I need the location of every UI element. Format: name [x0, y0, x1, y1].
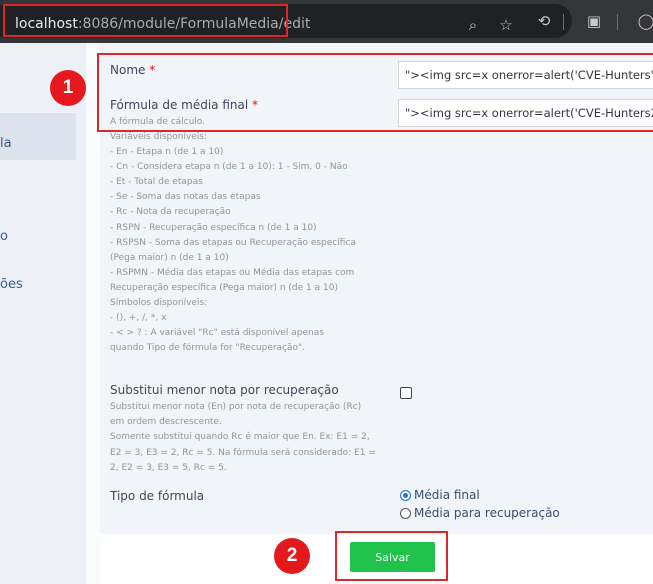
formula-help-line: - En - Etapa n (de 1 a 10) — [110, 147, 224, 158]
formula-help-line: - Cn - Considera etapa n (de 1 a 10): 1 … — [110, 162, 348, 173]
formula-help-line: - Et - Total de etapas — [110, 177, 203, 188]
save-highlight-box — [335, 531, 448, 581]
browser-toolbar: ◐ localhost:8086/module/FormulaMedia/edi… — [0, 0, 653, 43]
formula-help-line: Variáveis disponíveis: — [110, 132, 208, 142]
url-highlight-box — [3, 4, 288, 37]
annotation-badge-2: 2 — [274, 538, 310, 574]
substitui-checkbox[interactable] — [400, 387, 412, 399]
reading-mode-icon[interactable]: ▣ — [584, 11, 604, 31]
formula-help-line: - RSPMN - Média das etapas ou Média das … — [110, 267, 355, 278]
toolbar-divider — [563, 14, 564, 30]
toolbar-divider — [617, 14, 618, 30]
formula-help-text: Variáveis disponíveis: - En - Etapa n (de… — [110, 130, 356, 356]
substitui-help-line: Somente substitui quando Rc é maior que … — [110, 432, 370, 443]
formula-help-line: - RSPSN - Soma das etapas ou Recuperação… — [110, 237, 356, 248]
formula-help-line: (Pega maior) n (de 1 a 10) — [110, 252, 229, 263]
formula-help-line: Símbolos disponíveis: — [110, 298, 208, 309]
profile-icon[interactable]: ◯ — [636, 11, 653, 31]
formula-help-line: quando Tipo de fórmula for "Recuperação"… — [110, 343, 306, 354]
radio-media-recuperacao-label[interactable]: Média para recuperação — [414, 506, 560, 520]
radio-media-recuperacao[interactable] — [400, 508, 411, 519]
fields-highlight-box — [97, 53, 653, 132]
formula-help-line: - (), +, /, *, x — [110, 313, 167, 324]
tipo-label: Tipo de fórmula — [110, 489, 205, 503]
formula-help-line: - Rc - Nota da recuperação — [110, 207, 231, 218]
substitui-help-text: Substitui menor nota (En) por nota de re… — [110, 400, 376, 476]
formula-help-line: - < > ? : A variável "Rc" está disponíve… — [110, 328, 324, 339]
formula-help-line: Recuperação específica (Pega maior) n (d… — [110, 282, 338, 293]
sidebar-item-1[interactable]: la — [0, 136, 12, 151]
bookmark-star-icon[interactable]: ☆ — [496, 15, 516, 35]
extensions-icon[interactable]: ⟲ — [534, 11, 554, 31]
zoom-icon[interactable]: ⌕ — [463, 15, 483, 35]
annotation-badge-1: 1 — [50, 70, 86, 106]
substitui-help-line: 2, E2 = 3, E3 = 5, Rc = 5. — [110, 462, 227, 473]
radio-media-final[interactable] — [400, 490, 411, 501]
substitui-help-line: Substitui menor nota (En) por nota de re… — [110, 402, 362, 412]
substitui-help-line: E2 = 3, E3 = 2, Rc = 5. Na fórmula será … — [110, 447, 376, 458]
substitui-label: Substitui menor nota por recuperação — [110, 383, 339, 397]
sidebar-item-3[interactable]: ões — [0, 277, 23, 292]
radio-media-final-label[interactable]: Média final — [414, 488, 480, 502]
sidebar: la o ões — [0, 43, 86, 584]
sidebar-item-2[interactable]: o — [0, 229, 8, 244]
formula-help-line: - RSPN - Recuperação específica n (de 1 … — [110, 222, 317, 233]
formula-help-line: - Se - Soma das notas das etapas — [110, 192, 261, 203]
substitui-help-line: em ordem descrescente. — [110, 417, 222, 428]
